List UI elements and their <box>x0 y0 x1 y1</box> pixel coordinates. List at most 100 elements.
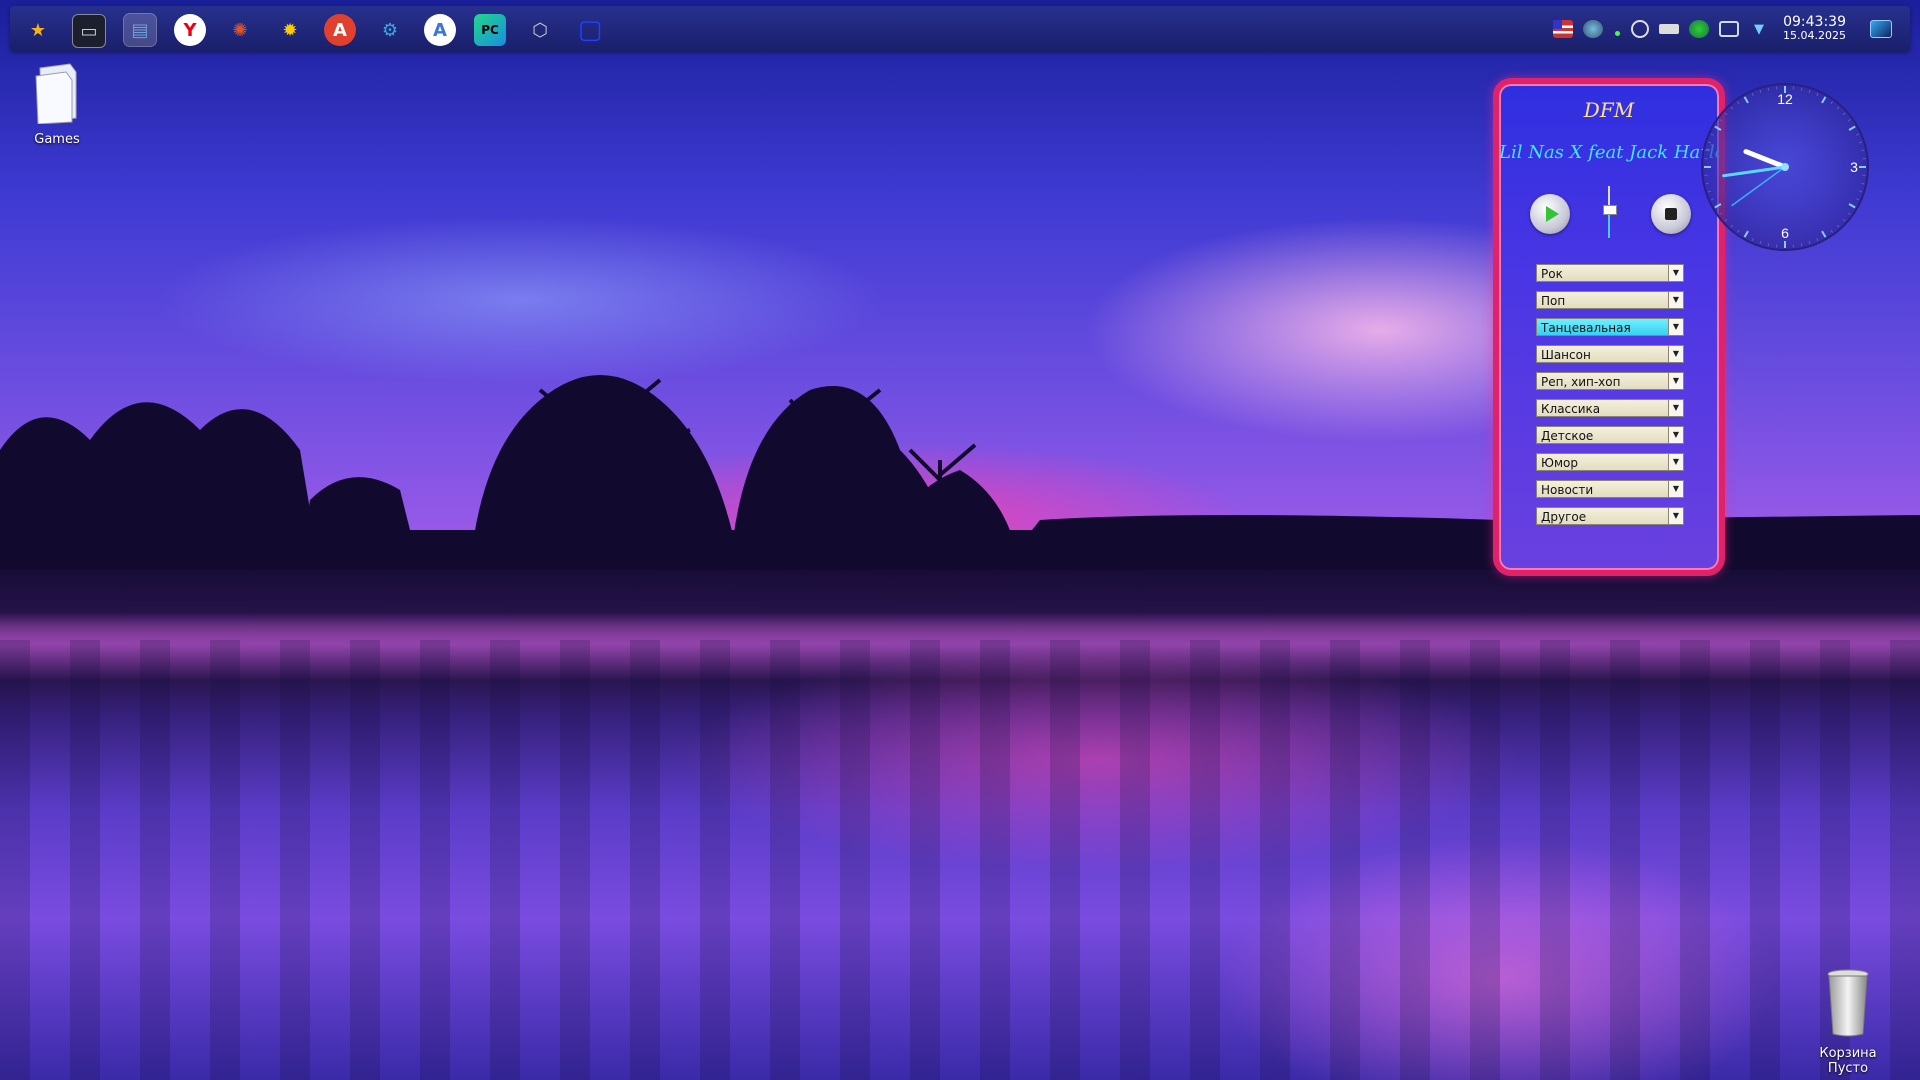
genre-label: Поп <box>1541 294 1566 308</box>
clock-tick <box>1861 182 1865 185</box>
pycharm-icon: PC <box>481 23 499 37</box>
clock-tick <box>1800 243 1803 247</box>
genre-dropdown[interactable]: Рок ▼ <box>1536 264 1684 282</box>
desktop-icon-sublabel: Пусто <box>1827 1061 1869 1076</box>
translate-icon: A <box>333 19 347 41</box>
genre-dropdown[interactable]: Юмор ▼ <box>1536 453 1684 471</box>
genre-label: Реп, хип-хоп <box>1541 375 1621 389</box>
tray-clock[interactable]: 09:43:39 15.04.2025 <box>1783 14 1846 42</box>
volume-knob[interactable] <box>1603 205 1617 216</box>
trash-icon <box>1827 969 1869 1037</box>
clock-tick <box>1861 149 1865 152</box>
system-tray: ▼ 09:43:39 15.04.2025 <box>1553 14 1892 42</box>
genre-dropdown[interactable]: Танцевальная ▼ <box>1536 318 1684 336</box>
cube-icon: ⬡ <box>532 19 548 41</box>
taskbar-app-app-sun[interactable]: ✹ <box>274 14 306 46</box>
chevron-down-icon[interactable]: ▼ <box>1749 20 1769 38</box>
earth-icon[interactable] <box>1689 20 1710 38</box>
clock-numeral-6: 6 <box>1781 225 1789 241</box>
genre-dropdown[interactable]: Поп ▼ <box>1536 291 1684 309</box>
stop-icon <box>1665 208 1677 220</box>
clock-numeral-12: 12 <box>1777 91 1793 107</box>
genre-label: Новости <box>1541 483 1594 497</box>
taskbar-app-favorites[interactable]: ★ <box>22 14 54 46</box>
desktop-icon[interactable] <box>1870 20 1892 38</box>
genre-label: Рок <box>1541 267 1563 281</box>
player-title: DFM <box>1583 98 1635 122</box>
launcher: ★ ▭ ▤ Y ✺ ✹ A ⚙ A PC ⬡ ▢ <box>22 13 606 48</box>
genre-label: Танцевальная <box>1541 321 1631 335</box>
chevron-down-icon[interactable]: ▼ <box>1668 265 1683 281</box>
desktop-icon-label: Корзина <box>1819 1046 1877 1061</box>
desktop-icon-label: Games <box>34 132 80 147</box>
battery-icon[interactable] <box>1659 24 1680 34</box>
globe-icon[interactable] <box>1583 20 1604 38</box>
appstore-icon: A <box>433 19 447 41</box>
flag-us-icon[interactable] <box>1553 20 1574 38</box>
disc-icon[interactable] <box>1631 20 1650 38</box>
sun-icon: ✹ <box>282 19 298 41</box>
genre-label: Детское <box>1541 429 1594 443</box>
player-track: Lil Nas X feat Jack Harlow <box>1499 142 1719 163</box>
chevron-down-icon[interactable]: ▼ <box>1668 319 1683 335</box>
chevron-down-icon[interactable]: ▼ <box>1668 508 1683 524</box>
chevron-down-icon[interactable]: ▼ <box>1668 400 1683 416</box>
burst-icon: ✺ <box>232 19 248 41</box>
star-icon: ★ <box>29 19 47 41</box>
chevron-down-icon[interactable]: ▼ <box>1668 373 1683 389</box>
play-button[interactable] <box>1530 194 1570 234</box>
genre-dropdown[interactable]: Реп, хип-хоп ▼ <box>1536 372 1684 390</box>
network-icon[interactable] <box>1613 20 1621 38</box>
chevron-down-icon[interactable]: ▼ <box>1668 481 1683 497</box>
clock-center <box>1781 163 1789 171</box>
water-reflection <box>0 640 1920 1080</box>
taskbar-app-yandex-browser[interactable]: Y <box>174 14 206 46</box>
clock-numeral-3: 3 <box>1850 159 1858 175</box>
genre-dropdown[interactable]: Новости ▼ <box>1536 480 1684 498</box>
volume-slider[interactable] <box>1602 186 1617 238</box>
gear-icon: ⚙ <box>381 19 399 41</box>
chevron-down-icon[interactable]: ▼ <box>1668 427 1683 443</box>
taskbar-app-terminal[interactable]: ▭ <box>72 14 106 48</box>
chevron-down-icon[interactable]: ▼ <box>1668 292 1683 308</box>
taskbar-app-settings[interactable]: ⚙ <box>374 14 406 46</box>
yandex-icon: Y <box>183 19 197 41</box>
taskbar: ★ ▭ ▤ Y ✺ ✹ A ⚙ A PC ⬡ ▢ ▼ 09:43:39 15.04.2025 <box>10 6 1910 52</box>
taskbar-app-file-manager[interactable]: ▤ <box>123 13 157 47</box>
taskbar-app-pycharm[interactable]: PC <box>474 14 506 46</box>
genre-dropdown[interactable]: Шансон ▼ <box>1536 345 1684 363</box>
genre-dropdown[interactable]: Детское ▼ <box>1536 426 1684 444</box>
clock-tick <box>1767 243 1770 247</box>
stop-button[interactable] <box>1651 194 1691 234</box>
terminal-icon: ▭ <box>80 20 98 42</box>
genre-label: Шансон <box>1541 348 1591 362</box>
chevron-down-icon[interactable]: ▼ <box>1668 346 1683 362</box>
analog-clock: 12 3 6 <box>1701 83 1869 251</box>
desktop-icon-games[interactable]: Games <box>12 62 102 147</box>
tray-date: 15.04.2025 <box>1783 29 1846 42</box>
clock-tick <box>1705 149 1709 152</box>
file-manager-icon: ▤ <box>131 19 149 41</box>
chevron-down-icon[interactable]: ▼ <box>1668 454 1683 470</box>
taskbar-app-app-orange[interactable]: ✺ <box>224 14 256 46</box>
taskbar-app-unity[interactable]: ⬡ <box>524 14 556 46</box>
radio-player-widget: DFM Lil Nas X feat Jack Harlow Рок ▼ Поп ▼ Т… <box>1493 78 1725 576</box>
taskbar-app-app-store[interactable]: A <box>424 14 456 46</box>
genre-dropdown[interactable]: Классика ▼ <box>1536 399 1684 417</box>
display-icon[interactable] <box>1719 21 1740 37</box>
clock-tick <box>1705 182 1709 185</box>
genre-label: Юмор <box>1541 456 1578 470</box>
tray-time: 09:43:39 <box>1783 14 1846 30</box>
clock-tick <box>1800 87 1803 91</box>
taskbar-app-display[interactable]: ▢ <box>574 14 606 46</box>
genre-label: Другое <box>1541 510 1587 524</box>
desktop-icon-trash[interactable]: Корзина Пусто <box>1803 968 1893 1076</box>
genre-list: Рок ▼ Поп ▼ Танцевальная ▼ Шансон ▼ Реп, хип-хоп… <box>1536 264 1684 534</box>
taskbar-app-translator[interactable]: A <box>324 14 356 46</box>
folder-icon <box>35 63 77 125</box>
clock-tick <box>1767 87 1770 91</box>
genre-label: Классика <box>1541 402 1601 416</box>
play-icon <box>1545 206 1559 222</box>
genre-dropdown[interactable]: Другое ▼ <box>1536 507 1684 525</box>
monitor-icon: ▢ <box>577 15 603 45</box>
